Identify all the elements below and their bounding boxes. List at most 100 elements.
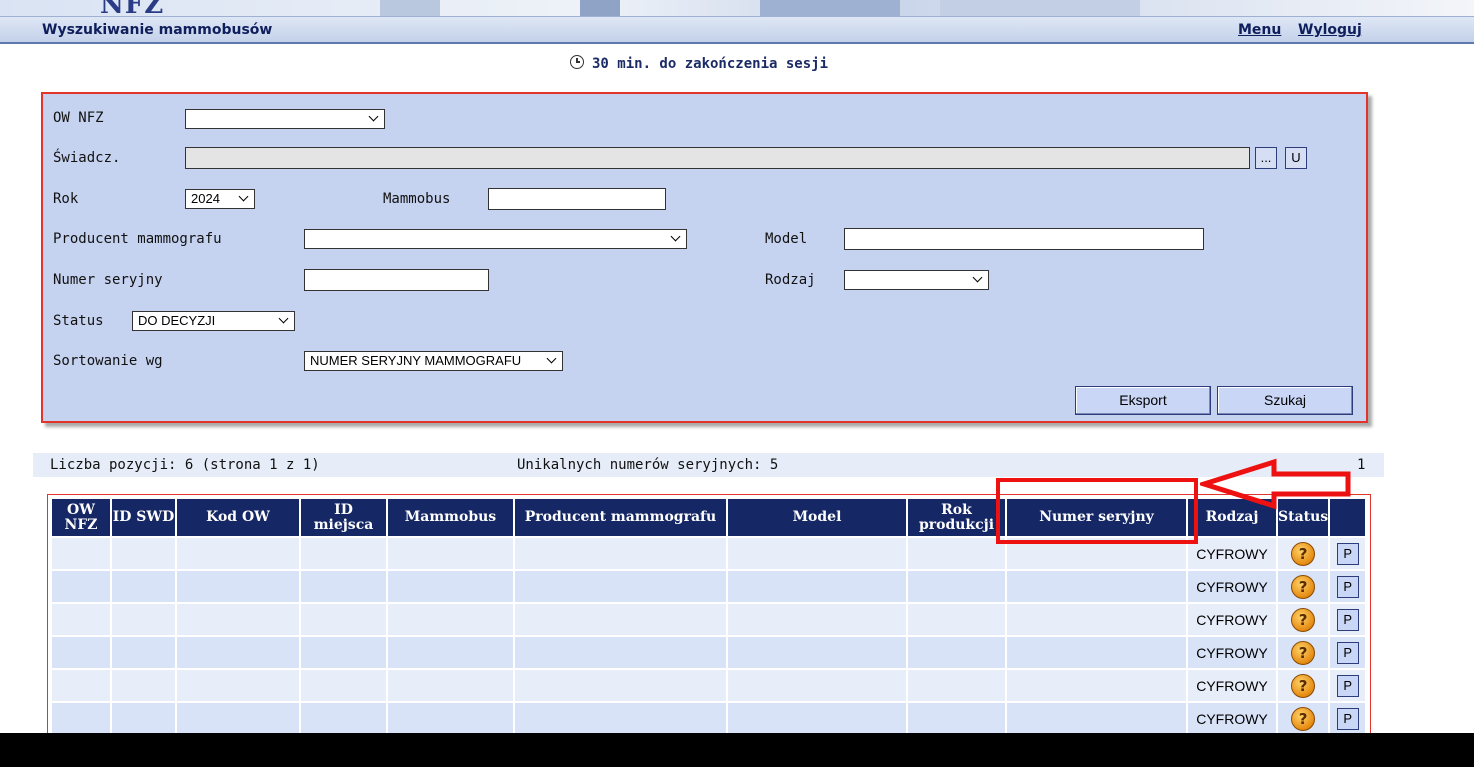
sort-select[interactable]: NUMER SERYJNY MAMMOGRAFU (304, 351, 563, 371)
table-cell (52, 670, 110, 701)
col-ow-nfz-line1: OW (67, 501, 95, 518)
logout-link[interactable]: Wyloguj (1298, 22, 1362, 38)
table-cell (52, 604, 110, 635)
table-cell (728, 637, 906, 668)
chevron-down-icon (972, 272, 983, 283)
table-cell (177, 538, 299, 569)
producent-label: Producent mammografu (53, 231, 222, 247)
status-select[interactable]: DO DECYZJI (132, 311, 295, 331)
col-rok-line2: produkcji (918, 516, 995, 533)
question-status-icon[interactable]: ? (1291, 706, 1316, 731)
table-cell (908, 538, 1005, 569)
table-cell (515, 604, 726, 635)
col-producent: Producent mammografu (515, 499, 726, 536)
rodzaj-cell: CYFROWY (1188, 670, 1276, 701)
ow-nfz-label: OW NFZ (53, 110, 104, 126)
table-cell (1007, 637, 1186, 668)
preview-button[interactable]: P (1336, 608, 1359, 631)
model-input[interactable] (844, 228, 1204, 250)
annotation-highlight-box (996, 478, 1198, 544)
rodzaj-cell: CYFROWY (1188, 637, 1276, 668)
table-row: CYFROWY? P (52, 604, 1366, 635)
chevron-down-icon (670, 231, 681, 242)
question-status-icon[interactable]: ? (1291, 574, 1316, 599)
table-cell (177, 571, 299, 602)
banner-decoration (940, 0, 1140, 16)
table-cell (728, 571, 906, 602)
table-cell (1007, 670, 1186, 701)
question-status-icon[interactable]: ? (1291, 607, 1316, 632)
clock-icon (570, 55, 584, 69)
table-cell (1007, 703, 1186, 733)
ow-nfz-select[interactable] (185, 109, 385, 129)
question-status-icon[interactable]: ? (1291, 640, 1316, 665)
table-cell (112, 604, 175, 635)
table-cell (52, 571, 110, 602)
page: NFZ Wyszukiwanie mammobusów Menu Wyloguj… (0, 0, 1474, 733)
table-cell (388, 538, 513, 569)
page-title: Wyszukiwanie mammobusów (42, 22, 273, 38)
table-row: CYFROWY? P (52, 703, 1366, 733)
unique-serials: Unikalnych numerów seryjnych: 5 (517, 457, 779, 473)
col-mammobus: Mammobus (388, 499, 513, 536)
search-button[interactable]: Szukaj (1217, 386, 1353, 415)
table-cell (515, 703, 726, 733)
preview-button[interactable]: P (1336, 707, 1359, 730)
table-cell (908, 703, 1005, 733)
browse-button[interactable]: ... (1255, 147, 1277, 169)
status-cell: ? (1278, 637, 1329, 668)
session-text: 30 min. do zakończenia sesji (592, 56, 829, 72)
mammobus-label: Mammobus (383, 191, 451, 207)
col-id-miejsca: ID miejsca (301, 499, 386, 536)
mammobus-input[interactable] (488, 188, 666, 210)
question-status-icon[interactable]: ? (1291, 673, 1316, 698)
col-rok-produkcji: Rok produkcji (908, 499, 1005, 536)
preview-button[interactable]: P (1336, 674, 1359, 697)
table-cell (1007, 604, 1186, 635)
status-value: DO DECYZJI (138, 313, 216, 328)
action-cell: P (1330, 670, 1366, 701)
table-cell (112, 703, 175, 733)
table-cell (728, 538, 906, 569)
page-number[interactable]: 1 (1357, 457, 1365, 473)
question-status-icon[interactable]: ? (1291, 541, 1316, 566)
preview-button[interactable]: P (1336, 641, 1359, 664)
status-cell: ? (1278, 604, 1329, 635)
numer-input[interactable] (304, 269, 489, 291)
rok-select[interactable]: 2024 (185, 189, 255, 209)
table-cell (52, 637, 110, 668)
table-cell (515, 670, 726, 701)
clear-button[interactable]: U (1285, 147, 1307, 169)
menu-link[interactable]: Menu (1238, 22, 1281, 38)
table-row: CYFROWY? P (52, 670, 1366, 701)
annotation-arrow-icon (1200, 458, 1351, 510)
table-cell (301, 637, 386, 668)
status-cell: ? (1278, 703, 1329, 733)
table-cell (112, 538, 175, 569)
col-rok-line1: Rok (941, 501, 972, 518)
action-cell: P (1330, 538, 1366, 569)
table-row: CYFROWY? P (52, 637, 1366, 668)
rodzaj-select[interactable] (844, 270, 989, 290)
table-cell (388, 703, 513, 733)
table-cell (1007, 571, 1186, 602)
sort-value: NUMER SERYJNY MAMMOGRAFU (310, 353, 522, 368)
table-cell (908, 571, 1005, 602)
banner-decoration (760, 0, 900, 16)
table-cell (728, 670, 906, 701)
result-count: Liczba pozycji: 6 (strona 1 z 1) (50, 457, 320, 473)
preview-button[interactable]: P (1336, 575, 1359, 598)
export-button[interactable]: Eksport (1075, 386, 1211, 415)
numer-label: Numer seryjny (53, 272, 163, 288)
search-form: OW NFZ Świadcz. ... U Rok 2024 Mammobus … (41, 92, 1368, 423)
col-model: Model (728, 499, 906, 536)
table-cell (177, 637, 299, 668)
swiadcz-field[interactable] (185, 147, 1250, 169)
action-cell: P (1330, 604, 1366, 635)
preview-button[interactable]: P (1336, 542, 1359, 565)
table-row: CYFROWY? P (52, 571, 1366, 602)
col-ow-nfz: OW NFZ (52, 499, 110, 536)
table-cell (388, 670, 513, 701)
producent-select[interactable] (304, 229, 687, 249)
table-cell (301, 670, 386, 701)
